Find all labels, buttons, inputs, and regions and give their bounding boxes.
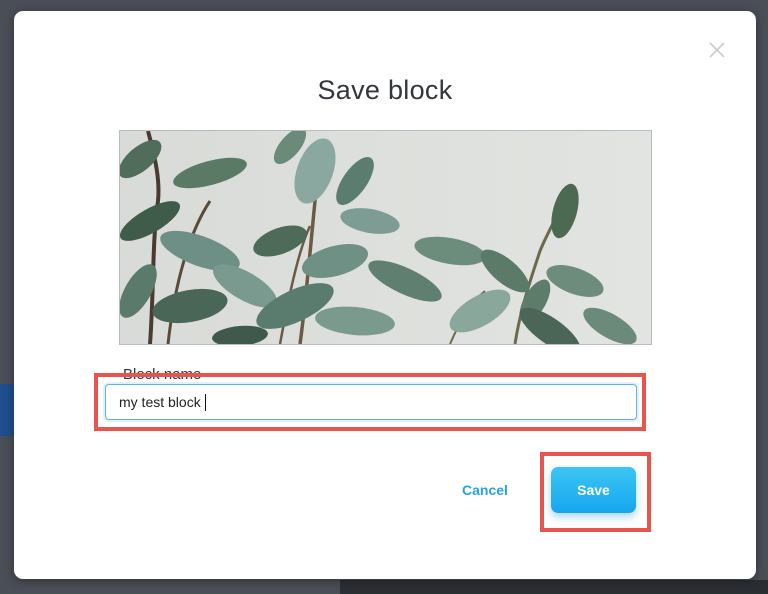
block-name-input[interactable] <box>105 384 637 420</box>
dialog-title: Save block <box>317 75 453 105</box>
background-button-fragment <box>0 384 14 436</box>
save-button[interactable]: Save <box>551 467 636 513</box>
close-icon <box>709 42 725 58</box>
background-panel-fragment <box>340 580 768 594</box>
block-preview-image <box>119 130 652 345</box>
text-caret <box>205 394 206 411</box>
close-button[interactable] <box>706 39 728 61</box>
cancel-button[interactable]: Cancel <box>450 478 520 502</box>
